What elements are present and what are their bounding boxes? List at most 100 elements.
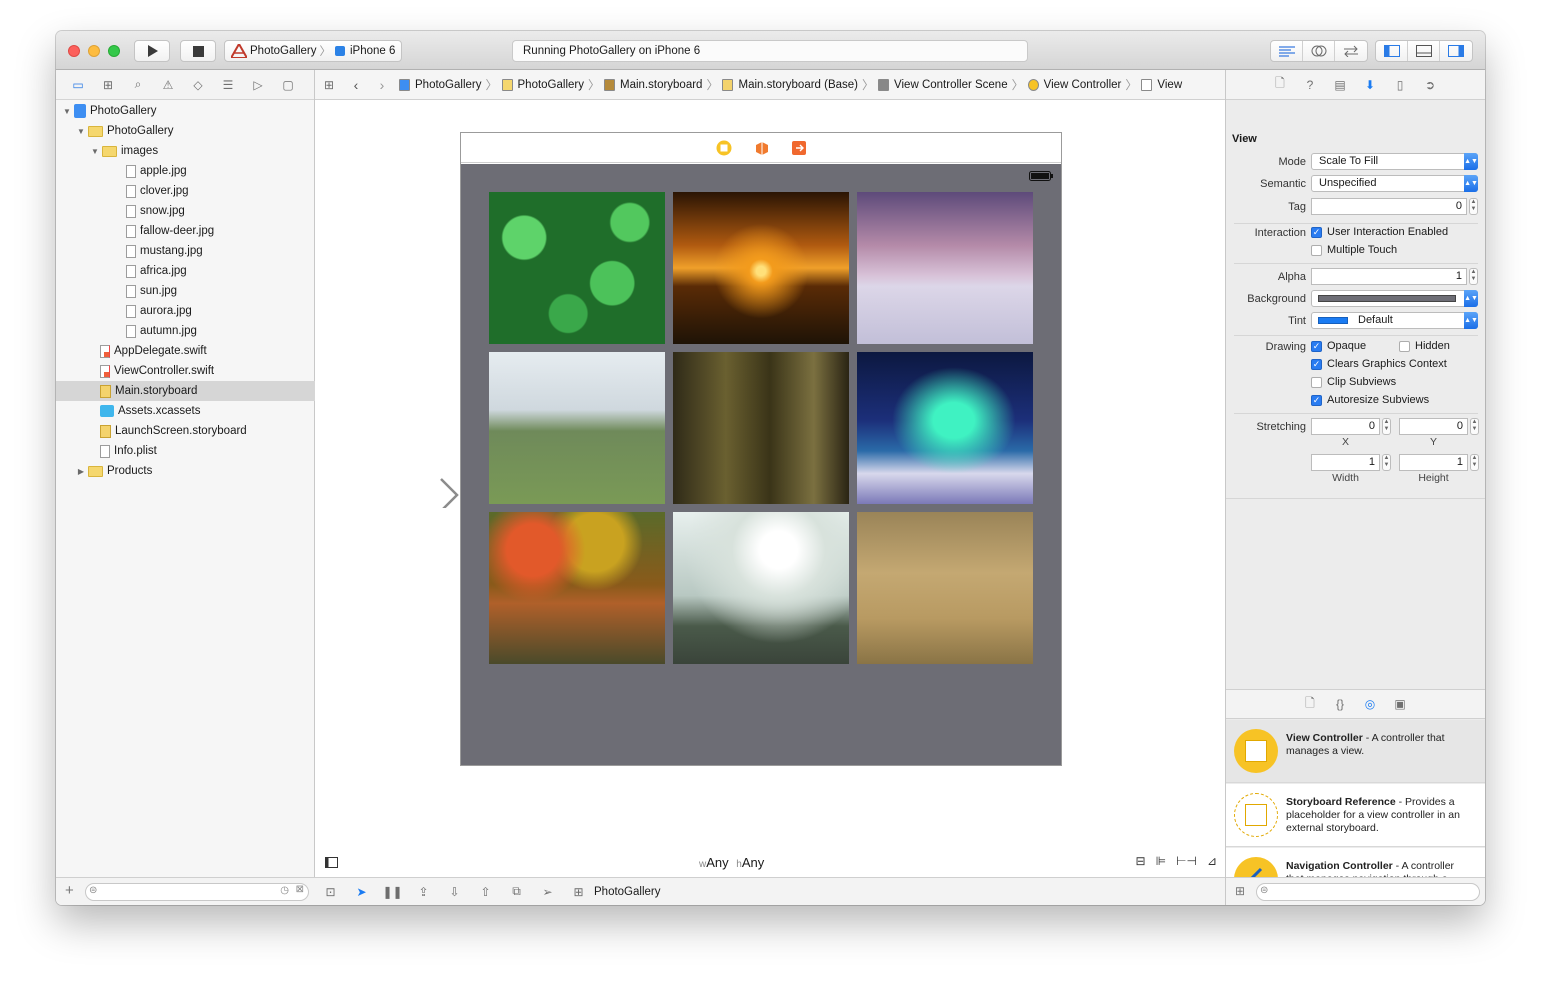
photo-snow[interactable] xyxy=(857,192,1033,344)
photo-apple[interactable] xyxy=(673,512,849,664)
breadcrumb-item[interactable]: Main.storyboard 〉 xyxy=(604,76,718,93)
photo-fallow-deer[interactable] xyxy=(673,352,849,504)
breakpoints-toggle-icon[interactable]: ➤ xyxy=(346,885,377,899)
navigator-filter-field[interactable]: ⊜ ◷ ⊠ xyxy=(85,883,309,901)
tree-item[interactable]: Main.storyboard xyxy=(56,381,315,401)
storyboard-canvas[interactable]: wAny hAny ⊟ ⊫ ⊢⊣ ⊿ xyxy=(315,100,1225,877)
tree-item[interactable]: mustang.jpg xyxy=(56,241,315,261)
tree-item[interactable]: fallow-deer.jpg xyxy=(56,221,315,241)
search-tab-icon[interactable]: ⌕ xyxy=(130,77,146,92)
object-library-icon[interactable]: ◎ xyxy=(1362,697,1378,711)
grid-view-icon[interactable]: ⊞ xyxy=(1235,884,1245,898)
quick-help-icon[interactable]: ? xyxy=(1302,78,1318,92)
folder-tab-icon[interactable]: ▭ xyxy=(70,78,86,92)
document-outline-toggle-icon[interactable] xyxy=(325,857,338,868)
tree-item[interactable]: africa.jpg xyxy=(56,261,315,281)
multiple-touch-checkbox[interactable]: Multiple Touch xyxy=(1311,244,1397,256)
editor-mode-control[interactable] xyxy=(1270,40,1368,62)
tag-field[interactable]: 0 xyxy=(1311,198,1467,215)
scm-filter-icon[interactable]: ⊠ xyxy=(296,884,304,895)
tree-item[interactable]: AppDelegate.swift xyxy=(56,341,315,361)
breadcrumb-item[interactable]: View xyxy=(1141,78,1182,91)
photo-aurora[interactable] xyxy=(857,352,1033,504)
stretch-x-stepper[interactable]: ▲ ▼ xyxy=(1382,418,1391,435)
user-interaction-checkbox[interactable]: ✓ User Interaction Enabled xyxy=(1311,226,1448,238)
debug-tab-icon[interactable]: ☰ xyxy=(220,78,236,92)
add-file-icon[interactable]: + xyxy=(65,882,74,899)
tree-item[interactable]: clover.jpg xyxy=(56,181,315,201)
breakpoint-tab-icon[interactable]: ▷ xyxy=(250,78,266,92)
stretch-width-field[interactable]: 1 xyxy=(1311,454,1380,471)
size-inspector-icon[interactable]: ▯ xyxy=(1392,78,1408,92)
exit-icon[interactable] xyxy=(791,140,807,156)
view-hierarchy-icon[interactable]: ⧉ xyxy=(501,884,532,899)
file-inspector-icon[interactable]: 🗋 xyxy=(1272,74,1288,95)
tree-item[interactable]: apple.jpg xyxy=(56,161,315,181)
alpha-stepper[interactable]: ▲ ▼ xyxy=(1469,268,1478,285)
autoresize-subviews-checkbox[interactable]: ✓ Autoresize Subviews xyxy=(1311,394,1429,406)
first-responder-icon[interactable] xyxy=(754,140,770,156)
tree-item[interactable]: sun.jpg xyxy=(56,281,315,301)
clip-subviews-checkbox[interactable]: Clip Subviews xyxy=(1311,376,1396,388)
tree-item[interactable]: LaunchScreen.storyboard xyxy=(56,421,315,441)
tree-item[interactable]: ▼ images xyxy=(56,141,315,161)
step-in-icon[interactable]: ⇩ xyxy=(439,885,470,899)
tree-item[interactable]: ▶ Products xyxy=(56,461,315,481)
size-class-control[interactable]: wAny hAny xyxy=(699,855,764,870)
breadcrumb-item[interactable]: View Controller Scene 〉 xyxy=(878,76,1024,93)
file-template-library-icon[interactable]: 🗋 xyxy=(1302,694,1318,715)
toggle-debug-button[interactable] xyxy=(1408,41,1440,61)
zoom-window-button[interactable] xyxy=(108,45,120,57)
semantic-popup[interactable]: Unspecified ▲▼ xyxy=(1311,175,1478,192)
step-out-icon[interactable]: ⇧ xyxy=(470,885,501,899)
recent-files-icon[interactable]: ◷ xyxy=(280,885,289,896)
disclosure-triangle-icon[interactable]: ▶ xyxy=(76,467,86,476)
photo-mustang[interactable] xyxy=(489,352,665,504)
tree-item[interactable]: autumn.jpg xyxy=(56,321,315,341)
hide-debug-area-icon[interactable]: ⊡ xyxy=(315,885,346,899)
tag-stepper[interactable]: ▲ ▼ xyxy=(1469,198,1478,215)
close-window-button[interactable] xyxy=(68,45,80,57)
toggle-utilities-button[interactable] xyxy=(1440,41,1472,61)
photo-clover[interactable] xyxy=(489,192,665,344)
run-button[interactable] xyxy=(134,40,170,62)
photo-africa[interactable] xyxy=(857,512,1033,664)
step-over-icon[interactable]: ⇪ xyxy=(408,885,439,899)
resolve-icon[interactable]: ⊿ xyxy=(1207,854,1217,868)
back-arrow-icon[interactable]: ‹ xyxy=(343,77,369,93)
stretch-y-field[interactable]: 0 xyxy=(1399,418,1468,435)
toggle-navigator-button[interactable] xyxy=(1376,41,1408,61)
symbol-tab-icon[interactable]: ⊞ xyxy=(100,78,116,92)
breadcrumb-item[interactable]: Main.storyboard (Base) 〉 xyxy=(722,76,874,93)
pin-icon[interactable]: ⊢⊣ xyxy=(1176,854,1197,868)
alpha-field[interactable]: 1 xyxy=(1311,268,1467,285)
standard-editor-button[interactable] xyxy=(1271,41,1303,61)
attributes-inspector-icon[interactable]: ⬇ xyxy=(1362,78,1378,92)
library-item-navigation-controller[interactable]: Navigation Controller - A controller tha… xyxy=(1226,848,1485,878)
library-item-view-controller[interactable]: View Controller - A controller that mana… xyxy=(1226,720,1485,783)
stretch-width-stepper[interactable]: ▲ ▼ xyxy=(1382,454,1391,471)
code-snippet-library-icon[interactable]: {} xyxy=(1332,697,1348,711)
disclosure-triangle-icon[interactable]: ▼ xyxy=(62,107,72,116)
breadcrumb-item[interactable]: PhotoGallery 〉 xyxy=(501,76,600,93)
stop-button[interactable] xyxy=(180,40,216,62)
breadcrumb-item[interactable]: PhotoGallery 〉 xyxy=(399,76,498,93)
tree-item[interactable]: aurora.jpg xyxy=(56,301,315,321)
align-icon[interactable]: ⊫ xyxy=(1156,854,1166,868)
breadcrumb-item[interactable]: View Controller 〉 xyxy=(1027,76,1137,93)
stretch-height-stepper[interactable]: ▲ ▼ xyxy=(1470,454,1479,471)
hidden-checkbox[interactable]: Hidden xyxy=(1399,340,1450,352)
tree-item[interactable]: Assets.xcassets xyxy=(56,401,315,421)
minimize-window-button[interactable] xyxy=(88,45,100,57)
report-tab-icon[interactable]: ▢ xyxy=(280,78,296,92)
disclosure-triangle-icon[interactable]: ▼ xyxy=(76,127,86,136)
tree-item[interactable]: Info.plist xyxy=(56,441,315,461)
stretch-y-stepper[interactable]: ▲ ▼ xyxy=(1470,418,1479,435)
mode-popup[interactable]: Scale To Fill ▲▼ xyxy=(1311,153,1478,170)
tree-item[interactable]: ViewController.swift xyxy=(56,361,315,381)
simulate-location-icon[interactable]: ➢ xyxy=(532,885,563,899)
disclosure-triangle-icon[interactable]: ▼ xyxy=(90,147,100,156)
scheme-selector[interactable]: PhotoGallery 〉 iPhone 6 xyxy=(224,40,402,62)
media-library-icon[interactable]: ▣ xyxy=(1392,697,1408,711)
stretch-x-field[interactable]: 0 xyxy=(1311,418,1380,435)
